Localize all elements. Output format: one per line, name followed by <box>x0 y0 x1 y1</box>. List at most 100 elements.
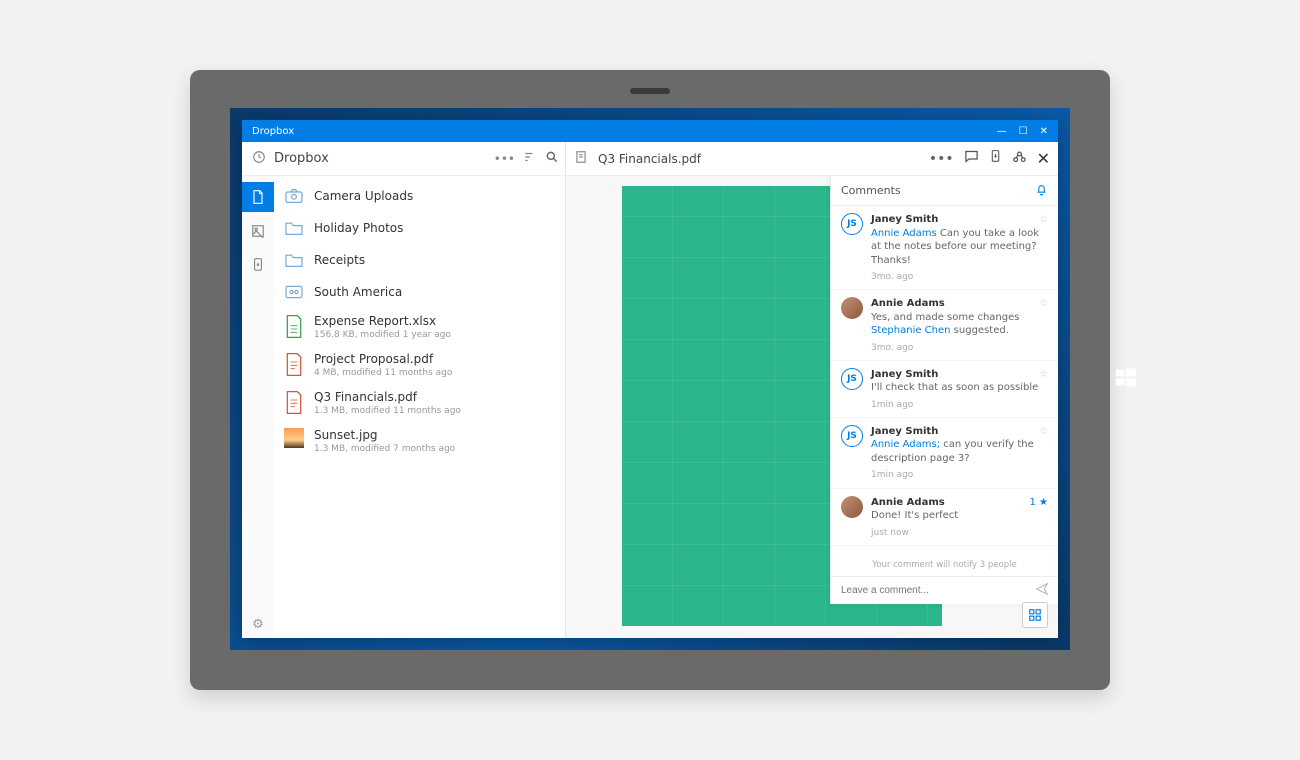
window-controls: — ☐ ✕ <box>997 126 1054 137</box>
mention[interactable]: Stephanie Chen <box>871 325 951 336</box>
comments-list[interactable]: JS Janey Smith Annie Adams Can you take … <box>831 206 1058 554</box>
preview-body: Qua Team Comments <box>566 176 1058 638</box>
star-icon[interactable]: ☆ <box>1039 369 1048 380</box>
tablet-frame: Dropbox — ☐ ✕ Dropbox ••• <box>190 70 1110 690</box>
file-meta: 4 MB, modified 11 months ago <box>314 368 452 379</box>
rail-offline-icon[interactable] <box>242 250 274 280</box>
app-content: Dropbox ••• <box>242 142 1058 638</box>
comment-time: 3mo. ago <box>871 271 1048 283</box>
star-count[interactable]: 1 ★ <box>1029 497 1048 508</box>
comment-item[interactable]: Annie Adams Done! It's perfect just now … <box>831 489 1058 546</box>
minimize-button[interactable]: — <box>997 126 1007 137</box>
comment-author: Janey Smith <box>871 425 1048 439</box>
comment-author: Janey Smith <box>871 368 1048 382</box>
avatar: JS <box>841 425 863 447</box>
maximize-button[interactable]: ☐ <box>1019 126 1028 137</box>
comment-item[interactable]: JS Janey Smith Annie Adams Can you take … <box>831 206 1058 290</box>
comment-compose <box>831 576 1058 604</box>
grid-view-toggle[interactable] <box>1022 602 1048 628</box>
mention[interactable]: Annie Adams <box>871 228 937 239</box>
file-row[interactable]: Sunset.jpg 1.3 MB, modified 7 months ago <box>274 422 565 460</box>
avatar: JS <box>841 368 863 390</box>
rail-files-icon[interactable] <box>242 182 274 212</box>
search-icon[interactable] <box>545 150 559 167</box>
breadcrumb[interactable]: Dropbox <box>274 151 486 166</box>
pdf-file-icon <box>284 352 304 376</box>
close-preview-icon[interactable]: ✕ <box>1037 149 1050 168</box>
camera-folder-icon <box>284 186 304 206</box>
pdf-file-icon <box>284 390 304 414</box>
file-browser-header: Dropbox ••• <box>242 142 565 176</box>
comments-panel: Comments JS Janey Smith <box>830 176 1058 604</box>
image-thumbnail <box>284 428 304 448</box>
rail-photos-icon[interactable] <box>242 216 274 246</box>
close-button[interactable]: ✕ <box>1040 126 1048 137</box>
file-list: Camera Uploads Holiday Photos Receipts <box>274 176 565 638</box>
file-row[interactable]: Project Proposal.pdf 4 MB, modified 11 mo… <box>274 346 565 384</box>
star-icon[interactable]: ☆ <box>1039 426 1048 437</box>
folder-name: Receipts <box>314 253 365 267</box>
sort-icon[interactable] <box>523 150 537 167</box>
comment-author: Janey Smith <box>871 213 1048 227</box>
comment-toggle-icon[interactable] <box>964 149 979 168</box>
comment-time: 1min ago <box>871 399 1048 411</box>
comment-time: 3mo. ago <box>871 342 1048 354</box>
comment-item[interactable]: Annie Adams Yes, and made some changes S… <box>831 290 1058 361</box>
xlsx-file-icon <box>284 314 304 338</box>
comment-text: Done! It's perfect <box>871 510 958 521</box>
file-row[interactable]: Expense Report.xlsx156.8 KB, modified 1 … <box>274 308 565 346</box>
file-row[interactable]: Q3 Financials.pdf 1.3 MB, modified 11 mon… <box>274 384 565 422</box>
windows-logo-icon <box>1116 368 1136 393</box>
folder-name: South America <box>314 285 402 299</box>
comments-title: Comments <box>841 184 901 197</box>
avatar <box>841 297 863 319</box>
avatar <box>841 496 863 518</box>
mention[interactable]: Annie Adams; <box>871 439 940 450</box>
comment-item[interactable]: JS Janey Smith I'll check that as soon a… <box>831 361 1058 418</box>
share-icon[interactable] <box>1012 149 1027 168</box>
more-icon[interactable]: ••• <box>494 152 515 166</box>
comment-time: just now <box>871 527 1048 539</box>
file-name: Project Proposal.pdf <box>314 352 452 366</box>
avatar: JS <box>841 213 863 235</box>
settings-icon[interactable]: ⚙ <box>252 617 264 632</box>
tablet-screen: Dropbox — ☐ ✕ Dropbox ••• <box>230 108 1070 650</box>
comment-time: 1min ago <box>871 469 1048 481</box>
comment-author: Annie Adams <box>871 496 1048 510</box>
folder-name: Holiday Photos <box>314 221 403 235</box>
smart-folder-icon <box>284 282 304 302</box>
more-icon[interactable]: ••• <box>929 151 954 167</box>
file-browser-pane: Dropbox ••• <box>242 142 566 638</box>
file-meta: 156.8 KB, modified 1 year ago <box>314 330 451 341</box>
file-meta: 1.3 MB, modified 7 months ago <box>314 444 455 455</box>
comment-text: I'll check that as soon as possible <box>871 382 1038 393</box>
document-icon <box>574 150 588 168</box>
notify-text: Your comment will notify 3 people <box>831 554 1058 576</box>
comment-item[interactable]: JS Janey Smith Annie Adams; can you veri… <box>831 418 1058 489</box>
file-name: Q3 Financials.pdf <box>314 390 461 404</box>
notifications-icon[interactable] <box>1035 183 1048 199</box>
window-title: Dropbox <box>246 126 294 137</box>
comments-header: Comments <box>831 176 1058 206</box>
app-window: Dropbox — ☐ ✕ Dropbox ••• <box>242 120 1058 638</box>
folder-icon <box>284 218 304 238</box>
preview-filename: Q3 Financials.pdf <box>598 152 701 166</box>
folder-row[interactable]: Receipts <box>274 244 565 276</box>
save-offline-icon[interactable] <box>989 149 1002 168</box>
folder-name: Camera Uploads <box>314 189 413 203</box>
folder-row[interactable]: South America <box>274 276 565 308</box>
preview-pane: Q3 Financials.pdf ••• ✕ <box>566 142 1058 638</box>
send-icon[interactable] <box>1034 582 1050 600</box>
comment-text: Yes, and made some changes <box>871 312 1019 323</box>
file-meta: 1.3 MB, modified 11 months ago <box>314 406 461 417</box>
folder-row[interactable]: Holiday Photos <box>274 212 565 244</box>
star-icon[interactable]: ☆ <box>1039 214 1048 225</box>
star-icon[interactable]: ☆ <box>1039 298 1048 309</box>
comment-input[interactable] <box>839 581 1028 600</box>
file-name: Sunset.jpg <box>314 428 455 442</box>
comment-author: Annie Adams <box>871 297 1048 311</box>
sidebar-rail: ⚙ <box>242 176 274 638</box>
file-browser-body: ⚙ Camera Uploads Holiday Photos <box>242 176 565 638</box>
folder-row[interactable]: Camera Uploads <box>274 180 565 212</box>
recents-icon[interactable] <box>252 150 266 167</box>
